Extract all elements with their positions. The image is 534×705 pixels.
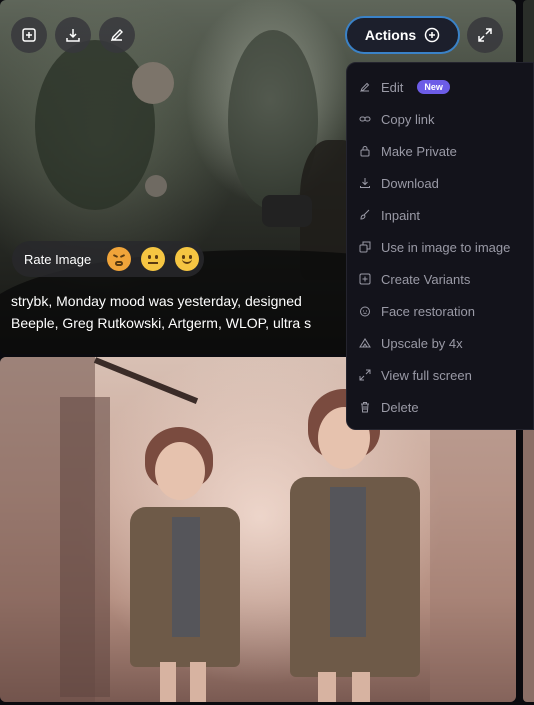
emoji-eye xyxy=(155,255,159,259)
girl-leg xyxy=(160,662,176,702)
face-icon xyxy=(360,306,370,317)
emoji-mouth xyxy=(148,262,159,264)
menu-item-label: Edit xyxy=(381,79,404,95)
menu-item-image-to-image[interactable]: Use in image to image xyxy=(347,231,533,263)
actions-menu: Edit New Copy link Make Private Download… xyxy=(346,62,534,430)
menu-item-download[interactable]: Download xyxy=(347,167,533,199)
menu-item-copy-link[interactable]: Copy link xyxy=(347,103,533,135)
image-prompt-caption: strybk, Monday mood was yesterday, desig… xyxy=(11,290,351,334)
emoji-eye xyxy=(120,254,126,258)
menu-item-label: Inpaint xyxy=(381,207,421,223)
emoji-eye xyxy=(148,255,152,259)
emoji-mouth xyxy=(182,259,193,264)
girl-shirt xyxy=(172,517,200,637)
plus-square-icon xyxy=(359,273,371,285)
girl-face xyxy=(155,442,205,500)
menu-item-create-variants[interactable]: Create Variants xyxy=(347,263,533,295)
brush-icon xyxy=(360,209,370,220)
download-icon xyxy=(66,29,80,42)
menu-item-label: Create Variants xyxy=(381,271,471,287)
actions-button[interactable]: Actions xyxy=(345,16,460,54)
download-icon xyxy=(360,178,370,188)
scene-balloon xyxy=(145,175,167,197)
fullscreen-button[interactable] xyxy=(467,17,503,53)
scene-camera xyxy=(262,195,312,227)
new-badge: New xyxy=(417,80,450,94)
menu-item-edit[interactable]: Edit New xyxy=(347,71,533,103)
menu-item-label: Copy link xyxy=(381,111,435,127)
copy-icon xyxy=(359,241,371,253)
neutral-face-icon[interactable] xyxy=(141,247,166,271)
girl-shirt xyxy=(330,487,366,637)
scene-building xyxy=(60,397,110,697)
expand-icon xyxy=(359,369,371,381)
link-icon xyxy=(359,116,371,122)
tired-face-icon[interactable] xyxy=(107,247,132,271)
menu-item-label: Face restoration xyxy=(381,303,475,319)
scene-tree xyxy=(35,40,155,210)
rate-image-bar: Rate Image xyxy=(12,241,204,277)
download-button[interactable] xyxy=(55,17,91,53)
actions-label: Actions xyxy=(364,27,417,43)
menu-item-label: Use in image to image xyxy=(381,239,511,255)
menu-item-label: Delete xyxy=(381,399,419,415)
expand-arrows-icon xyxy=(478,28,492,42)
menu-item-make-private[interactable]: Make Private xyxy=(347,135,533,167)
add-square-icon xyxy=(22,28,36,42)
girl-leg xyxy=(318,672,336,702)
pencil-icon xyxy=(360,82,370,92)
gallery-view: Actions Rate Image strybk, Monday mood w… xyxy=(0,0,534,705)
scene-balloon xyxy=(132,62,174,104)
upscale-icon xyxy=(359,338,371,348)
emoji-eye xyxy=(113,254,119,258)
caption-line-2: Beeple, Greg Rutkowski, Artgerm, WLOP, u… xyxy=(11,315,312,331)
menu-item-upscale[interactable]: Upscale by 4x xyxy=(347,327,533,359)
edit-button[interactable] xyxy=(99,17,135,53)
menu-item-face-restoration[interactable]: Face restoration xyxy=(347,295,533,327)
menu-item-inpaint[interactable]: Inpaint xyxy=(347,199,533,231)
menu-item-label: Make Private xyxy=(381,143,457,159)
trash-icon xyxy=(361,402,369,413)
girl-leg xyxy=(352,672,370,702)
emoji-mouth xyxy=(115,261,124,266)
caption-line-1: strybk, Monday mood was yesterday, desig… xyxy=(11,293,302,309)
girl-leg xyxy=(190,662,206,702)
menu-item-view-full-screen[interactable]: View full screen xyxy=(347,359,533,391)
menu-item-label: View full screen xyxy=(381,367,472,383)
rate-image-label: Rate Image xyxy=(24,251,92,267)
pencil-icon xyxy=(110,29,123,42)
lock-icon xyxy=(360,146,370,157)
menu-item-label: Upscale by 4x xyxy=(381,335,463,351)
plus-circle-icon xyxy=(424,27,440,43)
menu-item-delete[interactable]: Delete xyxy=(347,391,533,423)
menu-item-label: Download xyxy=(381,175,439,191)
add-to-collection-button[interactable] xyxy=(11,17,47,53)
smiling-face-icon[interactable] xyxy=(175,247,200,271)
